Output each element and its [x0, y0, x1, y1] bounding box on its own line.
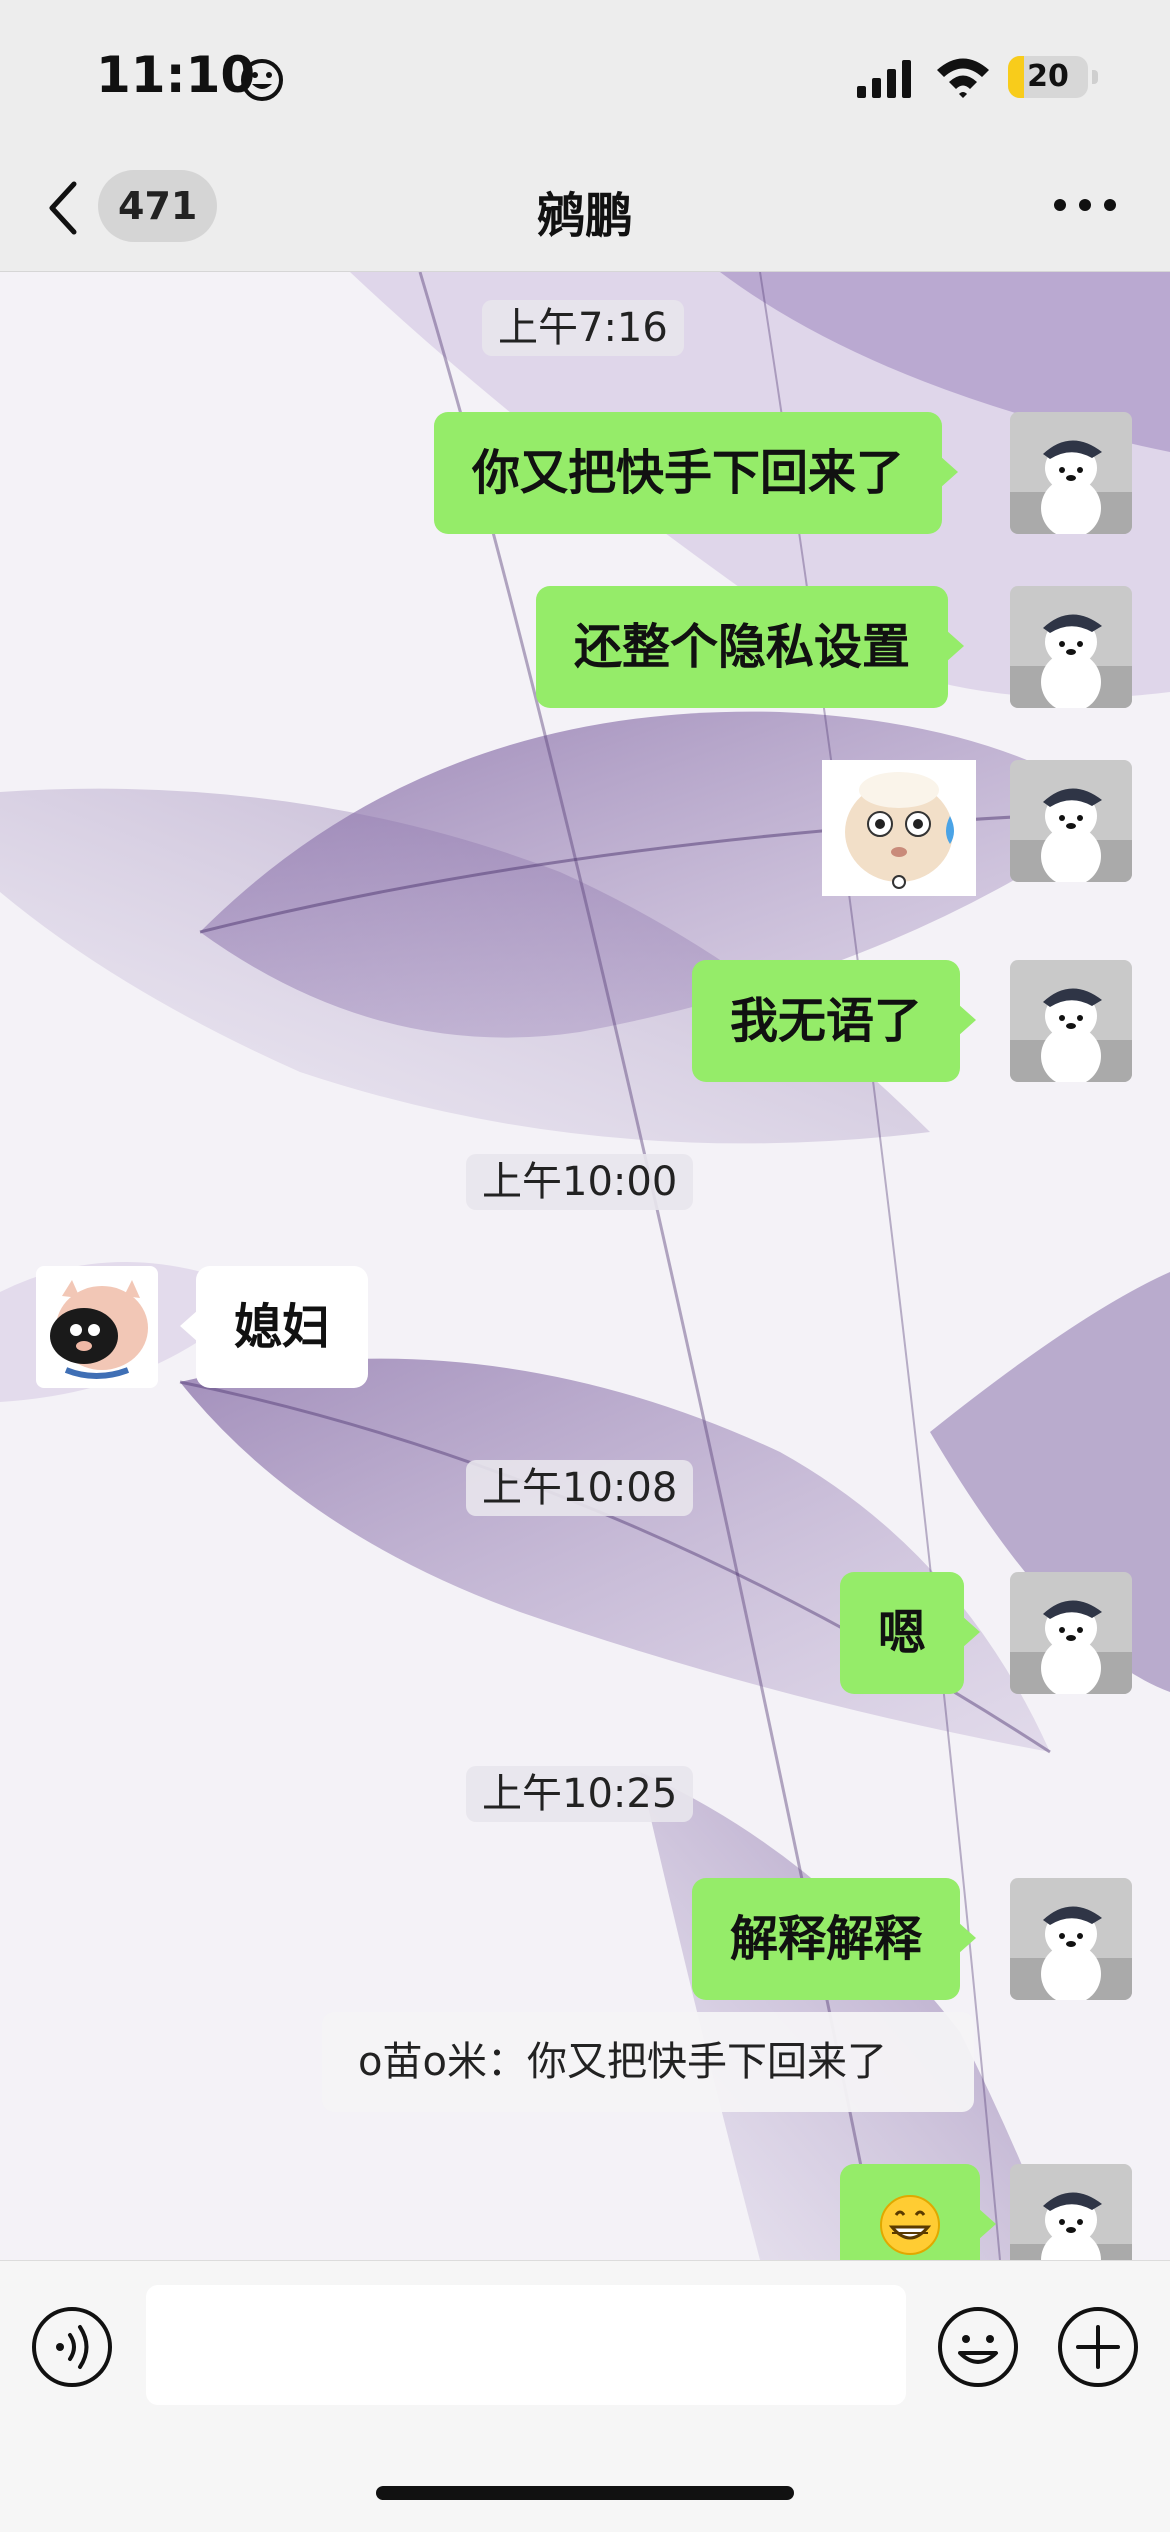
timestamp: 上午10:00: [466, 1154, 694, 1210]
timestamp: 上午10:08: [466, 1460, 694, 1516]
my-avatar[interactable]: [1010, 1572, 1132, 1694]
emoji-icon[interactable]: [936, 2305, 1020, 2389]
polar-bear-avatar-icon: [1010, 1572, 1132, 1694]
polar-bear-avatar-icon: [1010, 760, 1132, 882]
wifi-icon: [937, 58, 989, 98]
my-avatar[interactable]: [1010, 412, 1132, 534]
timestamp: 上午7:16: [482, 300, 684, 356]
quoted-message[interactable]: o苗o米：你又把快手下回来了: [322, 2012, 974, 2112]
battery-percent: 20: [1027, 59, 1069, 94]
polar-bear-avatar-icon: [1010, 586, 1132, 708]
sent-message-bubble[interactable]: 还整个隐私设置: [536, 586, 965, 708]
sent-message-bubble[interactable]: 解释解释: [692, 1878, 977, 2000]
my-avatar[interactable]: [1010, 2164, 1132, 2260]
chat-title: 鹓鹏: [536, 188, 633, 244]
my-avatar[interactable]: [1010, 1878, 1132, 2000]
sweating-sheep-sticker[interactable]: [822, 760, 976, 896]
plus-icon[interactable]: [1056, 2305, 1140, 2389]
battery-tip: [1092, 70, 1098, 84]
smiley-icon: [241, 59, 283, 101]
my-avatar[interactable]: [1010, 760, 1132, 882]
purple-leaves-wallpaper: [0, 272, 1170, 2260]
polar-bear-avatar-icon: [1010, 2164, 1132, 2260]
grinning-face-icon: [880, 2195, 940, 2255]
polar-bear-avatar-icon: [1010, 960, 1132, 1082]
chat-screen: 11:10 20 471 鹓鹏 上午7:16 你又把快手下回来了 还整个隐私设置…: [0, 0, 1170, 2532]
sent-message-bubble[interactable]: 我无语了: [692, 960, 977, 1082]
polar-bear-avatar-icon: [1010, 1878, 1132, 2000]
sent-emoji-bubble[interactable]: [840, 2164, 996, 2260]
my-avatar[interactable]: [1010, 586, 1132, 708]
sheep-sticker-icon: [822, 760, 976, 896]
contact-avatar[interactable]: [36, 1266, 158, 1388]
message-input[interactable]: [146, 2285, 906, 2405]
voice-icon[interactable]: [30, 2305, 114, 2389]
received-message-bubble[interactable]: 媳妇: [179, 1266, 369, 1388]
more-icon[interactable]: [1050, 190, 1120, 220]
battery-indicator: 20: [1008, 56, 1088, 98]
chat-area[interactable]: 上午7:16 你又把快手下回来了 还整个隐私设置 我无语了 上午10:00 媳妇…: [0, 272, 1170, 2260]
sent-message-bubble[interactable]: 嗯: [840, 1572, 981, 1694]
home-indicator[interactable]: [376, 2486, 794, 2500]
polar-bear-avatar-icon: [1010, 412, 1132, 534]
signal-icon: [857, 60, 911, 98]
status-bar: 11:10 20: [0, 0, 1170, 150]
my-avatar[interactable]: [1010, 960, 1132, 1082]
sent-message-bubble[interactable]: 你又把快手下回来了: [434, 412, 959, 534]
status-time: 11:10: [96, 46, 256, 104]
nav-bar: 471 鹓鹏: [0, 150, 1170, 272]
timestamp: 上午10:25: [466, 1766, 694, 1822]
pig-avatar-icon: [36, 1266, 158, 1388]
